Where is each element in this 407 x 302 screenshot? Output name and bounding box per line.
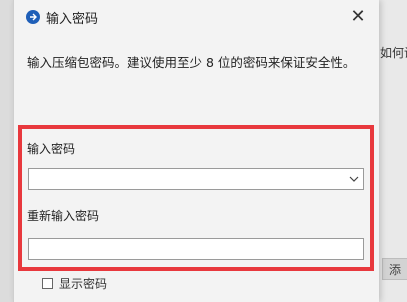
password-dialog: 输入密码 ✕ 输入压缩包密码。建议使用至少 8 位的密码来保证安全性。 输入密码… bbox=[13, 0, 379, 302]
app-icon bbox=[26, 10, 40, 24]
chevron-down-icon[interactable] bbox=[347, 172, 361, 186]
close-icon[interactable]: ✕ bbox=[343, 2, 373, 30]
confirm-password-label: 重新输入密码 bbox=[27, 209, 100, 223]
background-window: 如何设 添 bbox=[378, 0, 407, 302]
show-password-checkbox[interactable] bbox=[42, 278, 53, 289]
dialog-title: 输入密码 bbox=[46, 12, 99, 27]
show-password-row[interactable]: 显示密码 bbox=[42, 275, 107, 292]
password-label: 输入密码 bbox=[27, 142, 76, 156]
password-input[interactable] bbox=[28, 168, 364, 190]
show-password-label: 显示密码 bbox=[59, 277, 108, 291]
dialog-titlebar: 输入密码 ✕ bbox=[14, 0, 379, 32]
background-partial-text: 如何设 bbox=[380, 46, 407, 60]
dialog-description: 输入压缩包密码。建议使用至少 8 位的密码来保证安全性。 bbox=[27, 55, 356, 70]
background-partial-button[interactable]: 添 bbox=[382, 258, 407, 280]
confirm-password-input[interactable] bbox=[28, 238, 364, 260]
